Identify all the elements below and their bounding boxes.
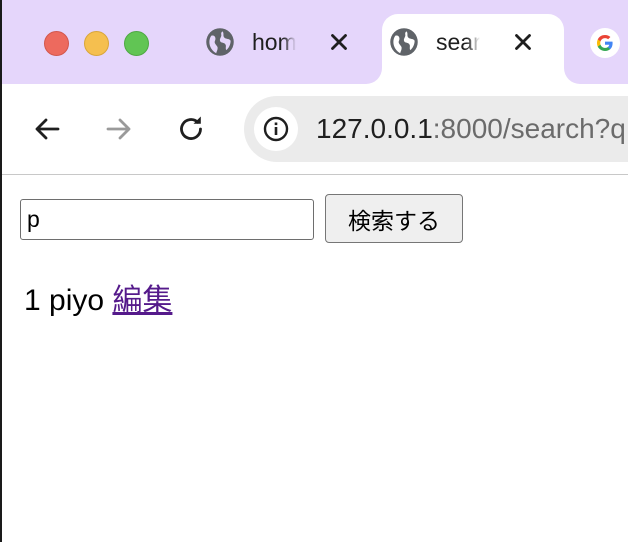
result-id: 1 [24,284,41,317]
browser-toolbar: 127.0.0.1:8000/search?q [2,84,628,175]
minimize-window-button[interactable] [84,31,109,56]
google-icon [590,28,620,58]
url-path: :8000/search?q [432,113,626,144]
reload-icon[interactable] [172,110,210,148]
globe-icon [206,28,234,56]
tab-strip: home search [2,0,628,84]
close-window-button[interactable] [44,31,69,56]
forward-arrow-icon[interactable] [100,110,138,148]
search-input[interactable] [20,199,314,240]
result-name: piyo [49,284,105,317]
tab-search[interactable]: search [382,14,564,84]
tab-home[interactable]: home [198,14,368,84]
tab-title: search [436,29,480,55]
close-tab-icon[interactable] [510,29,536,55]
url-host: 127.0.0.1 [316,113,433,144]
zoom-window-button[interactable] [124,31,149,56]
tab-google[interactable] [578,14,628,84]
list-item: 1 piyo 編集 [24,283,172,319]
page-content: 検索する 1 piyo 編集 [2,175,628,542]
url-text: 127.0.0.1:8000/search?q [316,112,626,146]
back-arrow-icon[interactable] [28,110,66,148]
edit-link[interactable]: 編集 [112,283,172,318]
globe-icon [390,28,418,56]
info-icon [263,116,289,142]
close-tab-icon[interactable] [326,29,352,55]
search-button[interactable]: 検索する [325,194,463,243]
browser-window: home search [0,0,628,542]
site-info-button[interactable] [254,107,298,151]
tab-title: home [252,29,296,55]
address-bar[interactable]: 127.0.0.1:8000/search?q [244,96,628,162]
